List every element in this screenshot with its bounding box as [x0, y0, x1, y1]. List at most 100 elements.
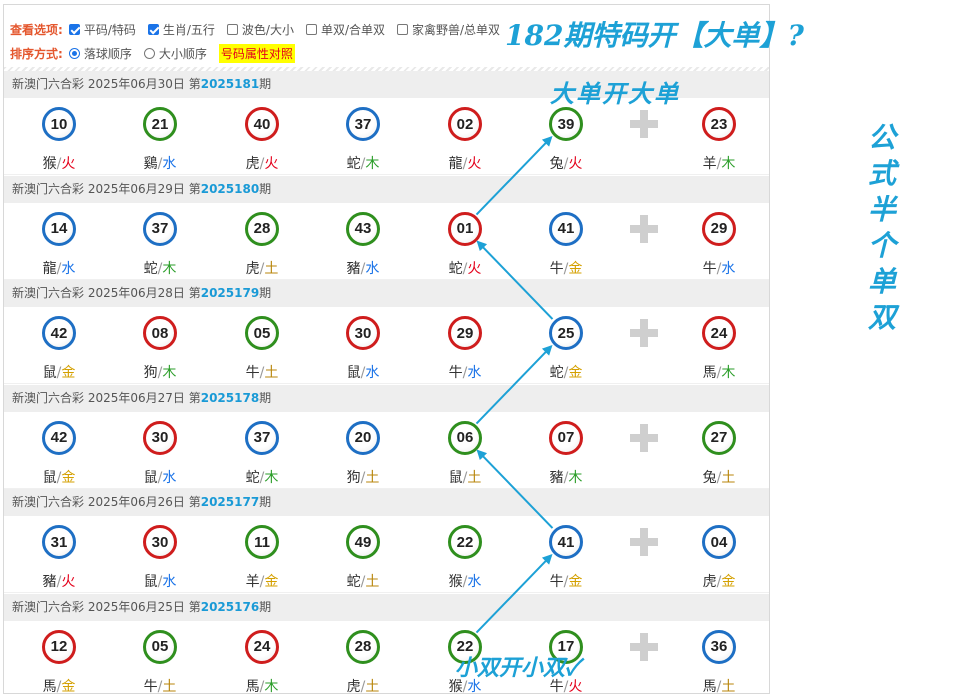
zodiac-animal: 鼠: [143, 469, 158, 486]
ball: 21: [143, 107, 177, 141]
five-element: 金: [61, 678, 76, 694]
zodiac-row: 鼠/金 狗/木 牛/土 鼠/水 牛/水 蛇/金 馬/木: [4, 357, 769, 384]
zodiac-element-label: 鼠/金: [43, 467, 76, 487]
zodiac-element-label: 狗/土: [347, 467, 380, 487]
five-element: 火: [467, 156, 482, 172]
ball-number: 04: [710, 533, 728, 551]
five-element: 土: [264, 260, 279, 277]
zodiac-element-label: 虎/火: [246, 153, 279, 173]
zodiac-element-label: 虎/土: [246, 258, 279, 278]
option-color-size[interactable]: 波色/大小: [226, 21, 294, 38]
draw-title: 新澳门六合彩 2025年06月26日 第: [12, 495, 201, 509]
zodiac-animal: 兔: [549, 156, 564, 172]
zodiac-animal: 牛: [245, 365, 260, 381]
zodiac-animal: 鷄: [143, 156, 158, 172]
ball-number: 39: [557, 115, 575, 133]
attribute-table-button[interactable]: 号码属性对照: [218, 43, 295, 63]
ball: 10: [42, 107, 76, 141]
sort-draw-order[interactable]: 落球顺序: [68, 45, 132, 62]
draw-issue: 2025177: [200, 495, 260, 509]
five-element: 火: [61, 156, 76, 172]
ball-number: 41: [557, 220, 575, 237]
draw-block: 新澳门六合彩 2025年06月28日 第2025179期 42 08 05 30 29 25…: [4, 280, 769, 384]
option-zodiac-element[interactable]: 生肖/五行: [147, 21, 215, 38]
ball-row: 12 05 24 28 22 17 36: [4, 621, 769, 671]
five-element: 水: [162, 469, 177, 486]
zodiac-animal: 狗: [346, 469, 361, 486]
draw-header: 新澳门六合彩 2025年06月26日 第2025177期: [4, 489, 769, 516]
draw-issue: 2025176: [200, 599, 260, 614]
zodiac-element-label: 牛/金: [550, 571, 583, 591]
zodiac-element-label: 馬/木: [246, 676, 279, 694]
ball-number: 24: [253, 638, 271, 655]
five-element: 水: [61, 260, 76, 277]
zodiac-element-label: 蛇/火: [449, 258, 482, 278]
zodiac-element-label: 虎/土: [347, 676, 380, 694]
small-even-annotation: 小双开小双✓: [455, 655, 581, 681]
zodiac-element-label: 馬/土: [703, 676, 736, 694]
checkbox-icon[interactable]: [397, 23, 408, 35]
ball-number: 05: [253, 324, 271, 342]
zodiac-element-label: 豬/火: [43, 571, 76, 591]
ball-number: 22: [456, 533, 474, 551]
zodiac-animal: 猴: [42, 156, 57, 172]
sort-options-label: 排序方式:: [10, 46, 63, 61]
five-element: 金: [61, 469, 76, 486]
ball-row: 14 37 28 43 01 41 29: [4, 203, 769, 253]
zodiac-animal: 馬: [702, 365, 717, 381]
ball-number: 30: [151, 429, 169, 446]
option-plain-special[interactable]: 平码/特码: [68, 21, 136, 38]
zodiac-animal: 猴: [448, 574, 463, 590]
zodiac-animal: 豬: [346, 260, 361, 277]
option-odd-even[interactable]: 单双/合单双: [305, 21, 385, 38]
ball: 14: [42, 211, 76, 246]
zodiac-animal: 龍: [448, 156, 463, 172]
radio-icon[interactable]: [143, 47, 155, 59]
ball-number: 30: [354, 324, 372, 342]
zodiac-animal: 蛇: [245, 469, 260, 486]
radio-icon[interactable]: [68, 47, 80, 59]
draw-suffix: 期: [259, 181, 272, 196]
checkbox-icon[interactable]: [68, 23, 80, 35]
ball-number: 10: [50, 115, 68, 133]
plus-icon: [630, 632, 658, 661]
checkbox-icon[interactable]: [226, 23, 238, 35]
ball-number: 42: [50, 429, 68, 446]
zodiac-animal: 馬: [245, 678, 260, 694]
zodiac-animal: 豬: [42, 574, 57, 590]
zodiac-row: 鼠/金 鼠/水 蛇/木 狗/土 鼠/土 豬/木 兔/土: [4, 462, 769, 489]
ball-number: 37: [253, 429, 271, 446]
zodiac-animal: 蛇: [346, 156, 361, 172]
draw-issue: 2025178: [200, 390, 260, 405]
ball-number: 20: [354, 429, 372, 446]
zodiac-animal: 虎: [245, 156, 260, 172]
vertical-annotation: 公式半个单双: [867, 121, 896, 334]
draw-block: 新澳门六合彩 2025年06月29日 第2025180期 14 37 28 43 01 41…: [4, 175, 769, 280]
five-element: 土: [264, 365, 279, 381]
sort-size-order[interactable]: 大小顺序: [143, 45, 207, 62]
ball: 49: [346, 525, 380, 559]
ball: 30: [143, 525, 177, 559]
checkbox-icon[interactable]: [147, 23, 159, 35]
ball: 30: [346, 316, 380, 350]
view-options-label: 查看选项:: [10, 22, 63, 37]
big-odd-annotation: 大单开大单: [550, 79, 680, 108]
five-element: 火: [467, 260, 482, 277]
zodiac-element-label: 鷄/水: [144, 153, 177, 173]
draw-suffix: 期: [259, 390, 272, 405]
ball-number: 41: [557, 533, 575, 551]
ball: 43: [346, 211, 380, 246]
draw-issue: 2025179: [200, 286, 260, 300]
five-element: 水: [467, 574, 482, 590]
zodiac-animal: 馬: [702, 678, 717, 694]
checkbox-icon[interactable]: [305, 23, 317, 35]
option-poultry-beast[interactable]: 家禽野兽/总单双: [397, 21, 500, 38]
ball: 37: [143, 211, 177, 246]
draw-suffix: 期: [259, 495, 272, 509]
zodiac-element-label: 猴/水: [449, 571, 482, 591]
five-element: 土: [365, 469, 380, 486]
zodiac-animal: 蛇: [448, 260, 463, 277]
draw-title: 新澳门六合彩 2025年06月29日 第: [12, 181, 201, 196]
ball-number: 49: [354, 533, 372, 551]
ball-number: 06: [456, 429, 474, 446]
